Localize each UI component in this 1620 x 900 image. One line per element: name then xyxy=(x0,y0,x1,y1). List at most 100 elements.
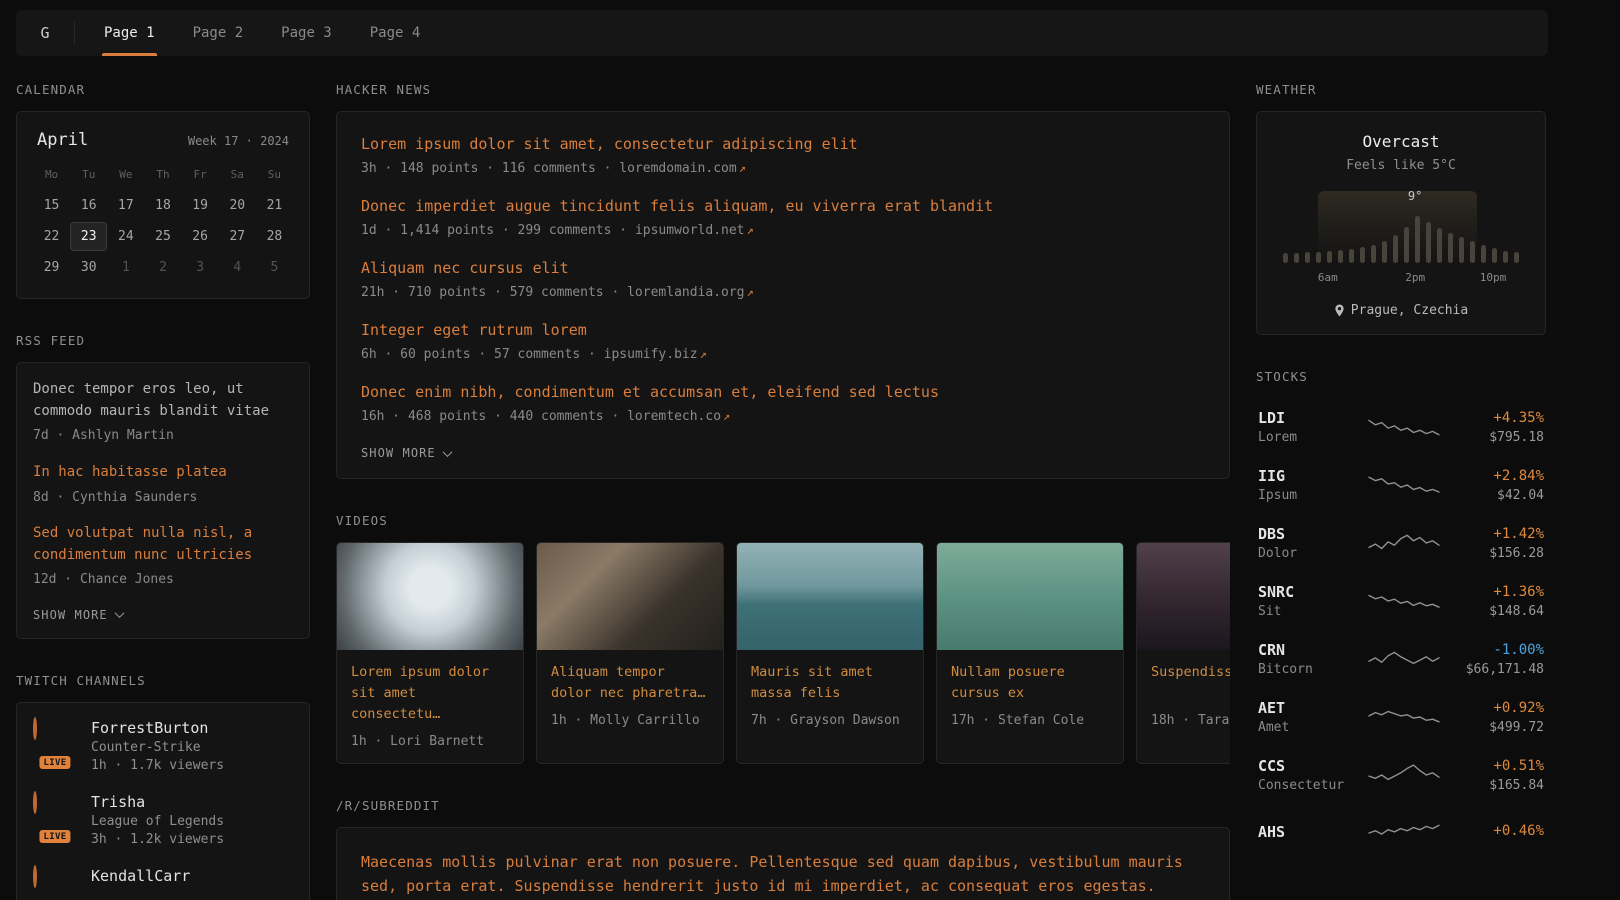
rss-show-more-button[interactable]: SHOW MORE xyxy=(33,606,123,622)
stock-ticker: DBS xyxy=(1258,525,1356,543)
external-link-icon: ↗ xyxy=(698,347,707,361)
twitch-channel-game: Counter-Strike xyxy=(91,740,224,755)
dashboard: G Page 1 Page 2 Page 3 Page 4 CALENDAR A… xyxy=(16,10,1548,900)
stock-id: CCS Consectetur xyxy=(1258,757,1356,793)
video-card[interactable]: Aliquam tempor dolor nec pharetra… 1h · … xyxy=(536,542,724,764)
hn-item-domain: loremlandia.org xyxy=(627,285,744,300)
tab-page-4[interactable]: Page 4 xyxy=(351,10,440,56)
hn-item-title-link[interactable]: Donec enim nibh, condimentum et accumsan… xyxy=(361,383,939,401)
calendar-date: 29 xyxy=(33,253,70,282)
twitch-widget: TWITCH CHANNELS LIVE ForrestBurton Count… xyxy=(16,673,310,900)
app-logo[interactable]: G xyxy=(16,10,74,56)
rss-widget: RSS FEED Donec tempor eros leo, ut commo… xyxy=(16,333,310,639)
hn-item-domain: ipsumify.biz xyxy=(604,347,698,362)
rss-item-link[interactable]: Donec tempor eros leo, ut commodo mauris… xyxy=(33,379,293,422)
video-card[interactable]: Mauris sit amet massa felis 7h · Grayson… xyxy=(736,542,924,764)
stock-sparkline xyxy=(1368,588,1440,614)
weather-widget: WEATHER Overcast Feels like 5°C 9° 6am 2… xyxy=(1256,82,1546,335)
twitch-channel-link[interactable]: LIVE ForrestBurton Counter-Strike 1h · 1… xyxy=(33,719,293,773)
twitch-channel-link[interactable]: LIVE Trisha League of Legends 3h · 1.2k … xyxy=(33,793,293,847)
stock-row: AHS +0.46% xyxy=(1256,804,1546,862)
rss-item: Sed volutpat nulla nisl, a condimentum n… xyxy=(33,523,293,590)
video-title: Nullam posuere cursus ex xyxy=(951,662,1109,704)
hn-item-domain-link[interactable]: ipsumify.biz↗ xyxy=(604,347,707,362)
video-thumbnail xyxy=(337,543,523,650)
twitch-channel-meta: 1h · 1.7k viewers xyxy=(91,758,224,773)
rss-item-link[interactable]: Sed volutpat nulla nisl, a condimentum n… xyxy=(33,523,293,566)
hn-item-domain-link[interactable]: loremtech.co↗ xyxy=(627,409,730,424)
calendar-day-header: Th xyxy=(144,160,181,189)
stock-price: $148.64 xyxy=(1452,604,1544,619)
stock-ticker: AET xyxy=(1258,699,1356,717)
weather-condition: Overcast xyxy=(1273,132,1529,151)
stock-ticker: LDI xyxy=(1258,409,1356,427)
stock-ticker: SNRC xyxy=(1258,583,1356,601)
calendar-date: 22 xyxy=(33,222,70,251)
stock-ticker: CCS xyxy=(1258,757,1356,775)
stock-values: +1.42% $156.28 xyxy=(1452,526,1544,561)
calendar-date: 4 xyxy=(219,253,256,282)
reddit-post-title-link[interactable]: Maecenas mollis pulvinar erat non posuer… xyxy=(361,850,1205,898)
rss-item-link[interactable]: In hac habitasse platea xyxy=(33,462,293,484)
subreddit-section-title: /R/SUBREDDIT xyxy=(336,798,1230,813)
weather-time-labels: 6am 2pm 10pm xyxy=(1283,271,1519,285)
stock-change: +2.84% xyxy=(1452,468,1544,484)
calendar-day-header: Tu xyxy=(70,160,107,189)
stock-id: AET Amet xyxy=(1258,699,1356,735)
hn-item: Integer eget rutrum lorem 6h · 60 points… xyxy=(361,320,1205,362)
tab-page-2[interactable]: Page 2 xyxy=(174,10,263,56)
video-card[interactable]: Lorem ipsum dolor sit amet consectetu… 1… xyxy=(336,542,524,764)
stock-name: Bitcorn xyxy=(1258,662,1356,677)
main-grid: CALENDAR April Week 17 · 2024 Mo Tu We T… xyxy=(16,82,1548,900)
stock-values: +0.46% xyxy=(1452,823,1544,843)
hackernews-show-more-button[interactable]: SHOW MORE xyxy=(361,444,451,460)
tab-page-1[interactable]: Page 1 xyxy=(85,10,174,56)
hackernews-card: Lorem ipsum dolor sit amet, consectetur … xyxy=(336,111,1230,479)
hn-item-title-link[interactable]: Donec imperdiet augue tincidunt felis al… xyxy=(361,197,993,215)
calendar-day-header: We xyxy=(107,160,144,189)
tab-page-3[interactable]: Page 3 xyxy=(262,10,351,56)
rss-item-meta: 12d · Chance Jones xyxy=(33,570,293,590)
video-body: Nullam posuere cursus ex 17h · Stefan Co… xyxy=(937,650,1123,742)
calendar-date: 15 xyxy=(33,191,70,220)
video-title: Mauris sit amet massa felis xyxy=(751,662,909,704)
weather-time-label: 6am xyxy=(1318,271,1338,284)
calendar-card: April Week 17 · 2024 Mo Tu We Th Fr Sa S… xyxy=(16,111,310,299)
twitch-channel-info: Trisha League of Legends 3h · 1.2k viewe… xyxy=(91,793,224,847)
video-card[interactable]: Nullam posuere cursus ex 17h · Stefan Co… xyxy=(936,542,1124,764)
hn-item-meta: 16h · 468 points · 440 comments · loremt… xyxy=(361,409,1205,424)
video-card[interactable]: Suspendisse diam 18h · Tara xyxy=(1136,542,1230,764)
video-body: Mauris sit amet massa felis 7h · Grayson… xyxy=(737,650,923,742)
hn-item: Aliquam nec cursus elit 21h · 710 points… xyxy=(361,258,1205,300)
calendar-month: April xyxy=(37,130,88,150)
stock-name: Ipsum xyxy=(1258,488,1356,503)
twitch-channel-name: Trisha xyxy=(91,793,224,811)
right-column: WEATHER Overcast Feels like 5°C 9° 6am 2… xyxy=(1256,82,1546,896)
hn-item-domain-link[interactable]: loremlandia.org↗ xyxy=(627,285,754,300)
hn-item-domain-link[interactable]: loremdomain.com↗ xyxy=(619,161,746,176)
hn-item-title-link[interactable]: Integer eget rutrum lorem xyxy=(361,321,587,339)
twitch-channel-link[interactable]: KendallCarr xyxy=(33,867,293,900)
stock-ticker: IIG xyxy=(1258,467,1356,485)
calendar-date: 24 xyxy=(107,222,144,251)
hn-item-title-link[interactable]: Aliquam nec cursus elit xyxy=(361,259,569,277)
video-body: Aliquam tempor dolor nec pharetra… 1h · … xyxy=(537,650,723,742)
twitch-channel-name: KendallCarr xyxy=(91,867,190,885)
chevron-down-icon xyxy=(114,609,124,619)
calendar-day-header: Fr xyxy=(182,160,219,189)
video-title: Lorem ipsum dolor sit amet consectetu… xyxy=(351,662,509,725)
external-link-icon: ↗ xyxy=(737,161,746,175)
calendar-date: 20 xyxy=(219,191,256,220)
weather-location-text: Prague, Czechia xyxy=(1351,303,1468,318)
stock-price: $499.72 xyxy=(1452,720,1544,735)
subreddit-widget: /R/SUBREDDIT Maecenas mollis pulvinar er… xyxy=(336,798,1230,900)
hn-item-title-link[interactable]: Lorem ipsum dolor sit amet, consectetur … xyxy=(361,135,858,153)
rss-item: In hac habitasse platea 8d · Cynthia Sau… xyxy=(33,462,293,507)
avatar xyxy=(33,791,37,814)
video-meta: 1h · Lori Barnett xyxy=(351,734,509,749)
stock-name: Amet xyxy=(1258,720,1356,735)
videos-widget: VIDEOS Lorem ipsum dolor sit amet consec… xyxy=(336,513,1230,764)
stock-row: CCS Consectetur +0.51% $165.84 xyxy=(1256,746,1546,804)
calendar-date: 1 xyxy=(107,253,144,282)
hn-item-domain-link[interactable]: ipsumworld.net↗ xyxy=(635,223,754,238)
